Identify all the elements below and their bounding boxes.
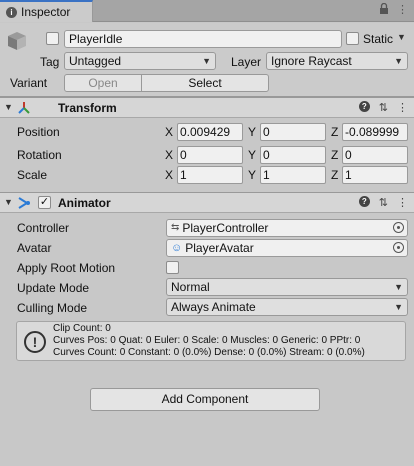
culling-mode-value: Always Animate: [171, 300, 256, 314]
axis-z-label[interactable]: Z: [331, 148, 338, 162]
object-name-field[interactable]: PlayerIdle: [64, 30, 342, 48]
rotation-y-field[interactable]: 0: [260, 146, 326, 164]
transform-header-controls: ? ⇅ ⋮: [358, 101, 408, 114]
position-x-field[interactable]: 0.009429: [177, 123, 243, 141]
foldout-arrow-icon[interactable]: ▼: [4, 102, 13, 112]
transform-header[interactable]: ▼ Transform ? ⇅ ⋮: [0, 97, 414, 118]
animator-header[interactable]: ▼ ✓ Animator ? ⇅ ⋮: [0, 192, 414, 213]
avatar-icon: ☺: [171, 242, 183, 254]
object-picker-icon[interactable]: [393, 242, 404, 253]
axis-y-label[interactable]: Y: [248, 168, 256, 182]
transform-title: Transform: [58, 101, 117, 115]
info-clip-count: Clip Count: 0: [53, 323, 111, 334]
axis-x-label[interactable]: X: [165, 168, 173, 182]
tag-label: Tag: [40, 55, 60, 69]
tab-label: Inspector: [21, 5, 71, 19]
context-menu-icon[interactable]: ⋮: [397, 101, 408, 114]
avatar-field[interactable]: ☺ PlayerAvatar: [166, 239, 408, 257]
animator-controller-icon: ⇆: [171, 222, 180, 233]
animator-header-controls: ? ⇅ ⋮: [358, 196, 408, 209]
update-mode-dropdown[interactable]: Normal ▼: [166, 278, 408, 296]
apply-root-motion-checkbox[interactable]: [166, 261, 179, 274]
controller-field[interactable]: ⇆ PlayerController: [166, 219, 408, 237]
gameobject-cube-icon: [6, 30, 28, 52]
avatar-label: Avatar: [17, 241, 52, 255]
axis-y-label[interactable]: Y: [248, 125, 256, 139]
apply-root-motion-label: Apply Root Motion: [17, 261, 116, 275]
lock-icon[interactable]: [379, 2, 389, 17]
static-dropdown-icon[interactable]: ▼: [397, 32, 406, 42]
animator-title: Animator: [58, 196, 111, 210]
tag-value: Untagged: [69, 54, 122, 68]
tab-inspector[interactable]: i Inspector: [0, 0, 93, 22]
scale-x-field[interactable]: 1: [177, 166, 243, 184]
info-curves-pos: Curves Pos: 0 Quat: 0 Euler: 0 Scale: 0 …: [53, 335, 361, 346]
chevron-down-icon: ▼: [394, 302, 403, 312]
rotation-label: Rotation: [17, 148, 62, 162]
presets-icon[interactable]: ⇅: [379, 196, 388, 209]
open-button[interactable]: Open: [64, 74, 142, 92]
more-menu-icon[interactable]: ⋮: [397, 3, 408, 17]
select-button[interactable]: Select: [141, 74, 269, 92]
scale-z-field[interactable]: 1: [342, 166, 408, 184]
controller-label: Controller: [17, 221, 70, 235]
culling-mode-dropdown[interactable]: Always Animate ▼: [166, 298, 408, 316]
position-z-field[interactable]: -0.089999: [342, 123, 408, 141]
info-curves-count: Curves Count: 0 Constant: 0 (0.0%) Dense…: [53, 347, 365, 358]
axis-z-label[interactable]: Z: [331, 125, 338, 139]
scale-label: Scale: [17, 168, 48, 182]
rotation-x-field[interactable]: 0: [177, 146, 243, 164]
avatar-value: PlayerAvatar: [185, 241, 254, 255]
position-y-field[interactable]: 0: [260, 123, 326, 141]
static-checkbox[interactable]: [346, 32, 359, 45]
object-picker-icon[interactable]: [393, 222, 404, 233]
context-menu-icon[interactable]: ⋮: [397, 196, 408, 209]
rotation-z-field[interactable]: 0: [342, 146, 408, 164]
active-checkbox[interactable]: [46, 32, 59, 45]
variant-label: Variant: [10, 76, 48, 90]
help-icon[interactable]: ?: [358, 101, 370, 112]
animator-enabled-checkbox[interactable]: ✓: [38, 196, 51, 209]
tag-dropdown[interactable]: Untagged ▼: [64, 52, 216, 70]
update-mode-value: Normal: [171, 280, 210, 294]
position-label: Position: [17, 125, 60, 139]
chevron-down-icon: ▼: [202, 56, 211, 66]
axis-x-label[interactable]: X: [165, 148, 173, 162]
animator-info-box: ! Clip Count: 0 Curves Pos: 0 Quat: 0 Eu…: [16, 321, 406, 361]
layer-label: Layer: [231, 55, 262, 69]
controller-value: PlayerController: [182, 221, 269, 235]
info-icon: i: [6, 6, 17, 18]
presets-icon[interactable]: ⇅: [379, 101, 388, 114]
layer-dropdown[interactable]: Ignore Raycast ▼: [266, 52, 408, 70]
static-label: Static: [363, 32, 394, 46]
chevron-down-icon: ▼: [394, 282, 403, 292]
animator-icon: [17, 196, 31, 213]
update-mode-label: Update Mode: [17, 281, 90, 295]
warning-info-icon: !: [24, 331, 46, 353]
transform-icon: [17, 101, 31, 118]
axis-z-label[interactable]: Z: [331, 168, 338, 182]
help-icon[interactable]: ?: [358, 196, 370, 207]
foldout-arrow-icon[interactable]: ▼: [4, 197, 13, 207]
culling-mode-label: Culling Mode: [17, 301, 88, 315]
axis-y-label[interactable]: Y: [248, 148, 256, 162]
tab-controls: ⋮: [379, 2, 408, 17]
layer-value: Ignore Raycast: [271, 54, 352, 68]
scale-y-field[interactable]: 1: [260, 166, 326, 184]
chevron-down-icon: ▼: [394, 56, 403, 66]
axis-x-label[interactable]: X: [165, 125, 173, 139]
add-component-button[interactable]: Add Component: [90, 388, 320, 411]
